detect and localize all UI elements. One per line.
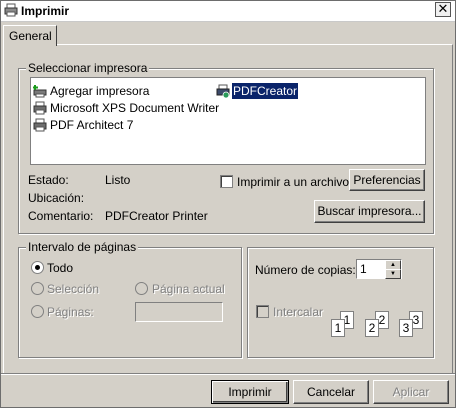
preferences-button[interactable]: Preferencias bbox=[349, 169, 425, 191]
title-bar[interactable]: Imprimir ✕ bbox=[1, 1, 455, 22]
footer-separator bbox=[1, 373, 455, 375]
print-to-file-label[interactable]: Imprimir a un archivo bbox=[237, 175, 349, 189]
all-pages-label[interactable]: Todo bbox=[47, 261, 73, 275]
printer-icon bbox=[33, 101, 47, 115]
collate-page: 3 bbox=[399, 319, 413, 337]
copies-stepper[interactable]: 1 ▲ ▼ bbox=[356, 259, 402, 279]
close-button[interactable]: ✕ bbox=[435, 2, 451, 17]
printer-icon bbox=[33, 118, 47, 132]
pages-label: Páginas: bbox=[47, 305, 94, 319]
tab-general[interactable]: General bbox=[3, 25, 57, 46]
spin-down-icon[interactable]: ▼ bbox=[385, 269, 401, 279]
print-dialog: Imprimir ✕ General Seleccionar impresora… bbox=[0, 0, 456, 408]
comment-value: PDFCreator Printer bbox=[105, 209, 208, 223]
location-label: Ubicación: bbox=[28, 191, 85, 205]
selection-label: Selección bbox=[47, 282, 100, 296]
print-button[interactable]: Imprimir bbox=[211, 380, 289, 404]
pages-input[interactable] bbox=[135, 302, 223, 322]
printer-icon bbox=[216, 84, 230, 98]
comment-label: Comentario: bbox=[28, 209, 94, 223]
window-title: Imprimir bbox=[21, 4, 70, 18]
collate-page: 2 bbox=[365, 319, 379, 337]
print-to-file-checkbox[interactable] bbox=[220, 175, 233, 188]
printer-name: Agregar impresora bbox=[50, 84, 150, 98]
pages-radio[interactable] bbox=[31, 305, 44, 318]
add-printer-icon bbox=[33, 85, 47, 98]
current-page-radio[interactable] bbox=[135, 282, 148, 295]
printer-name: Microsoft XPS Document Writer bbox=[50, 101, 220, 115]
copies-label: Número de copias: bbox=[255, 263, 356, 277]
page-range-label: Intervalo de páginas bbox=[26, 240, 139, 254]
status-value: Listo bbox=[105, 173, 131, 187]
printer-name: PDFCreator bbox=[232, 83, 299, 99]
collate-label: Intercalar bbox=[273, 305, 324, 319]
collate-page: 1 bbox=[331, 319, 345, 337]
current-page-label: Página actual bbox=[152, 282, 225, 296]
printer-list[interactable]: Agregar impresora Microsoft XPS Document… bbox=[30, 77, 426, 165]
status-label: Estado: bbox=[28, 173, 69, 187]
printer-group-label: Seleccionar impresora bbox=[26, 61, 150, 75]
find-printer-button[interactable]: Buscar impresora... bbox=[314, 200, 425, 223]
printer-icon bbox=[4, 3, 18, 17]
selection-radio[interactable] bbox=[31, 282, 44, 295]
apply-button[interactable]: Aplicar bbox=[373, 380, 449, 404]
cancel-button[interactable]: Cancelar bbox=[293, 380, 369, 404]
copies-value: 1 bbox=[360, 262, 367, 276]
printer-name: PDF Architect 7 bbox=[50, 118, 134, 132]
collate-checkbox[interactable] bbox=[256, 305, 269, 318]
all-pages-radio[interactable] bbox=[31, 261, 44, 274]
tab-label: General bbox=[9, 29, 52, 43]
